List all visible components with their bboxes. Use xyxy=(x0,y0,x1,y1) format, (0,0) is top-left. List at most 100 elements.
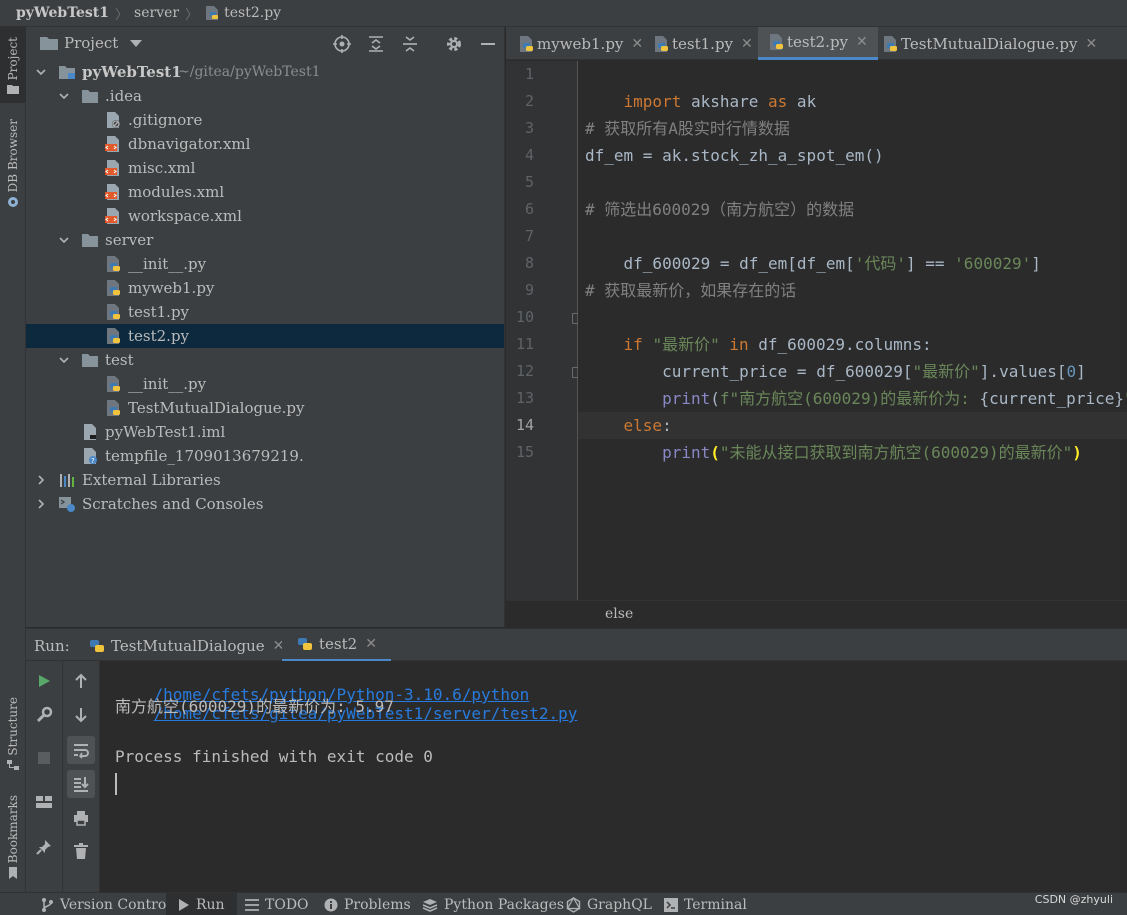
hide-panel-icon[interactable] xyxy=(478,34,498,54)
xml-file-icon xyxy=(105,184,119,200)
close-icon[interactable]: ✕ xyxy=(1085,36,1097,52)
expand-all-icon[interactable] xyxy=(366,34,386,54)
chevron-down-icon[interactable] xyxy=(59,91,69,101)
tree-item-label: server xyxy=(105,231,154,249)
watermark: CSDN @zhyuli xyxy=(1034,893,1113,906)
gear-icon[interactable] xyxy=(444,34,464,54)
stop-button[interactable] xyxy=(30,744,58,772)
tree-item-file[interactable]: __init__.py xyxy=(26,252,504,276)
scroll-up-button[interactable] xyxy=(67,667,95,695)
wrench-icon xyxy=(36,706,53,723)
chevron-right-icon[interactable] xyxy=(36,499,46,509)
scroll-to-end-icon xyxy=(74,777,89,792)
tool-window-todo[interactable]: TODO xyxy=(245,893,309,915)
code-token: f"南方航空(600029)的最新价为: xyxy=(719,389,980,408)
code-line-6: # 筛选出600029（南方航空）的数据 xyxy=(585,200,855,219)
tree-item-file[interactable]: test1.py xyxy=(26,300,504,324)
editor-tab-myweb1[interactable]: myweb1.py ✕ xyxy=(518,27,643,60)
tree-item-test-folder[interactable]: test xyxy=(26,348,504,372)
chevron-down-icon[interactable] xyxy=(59,235,69,245)
python-icon xyxy=(298,638,312,650)
tool-window-label: Terminal xyxy=(684,896,747,913)
python-file-icon xyxy=(655,35,668,52)
chevron-down-icon[interactable] xyxy=(59,355,69,365)
tool-tab-db-browser[interactable]: DB Browser xyxy=(0,119,26,215)
close-icon[interactable]: ✕ xyxy=(856,34,868,50)
restore-layout-button[interactable] xyxy=(30,788,58,816)
tool-tab-bookmarks[interactable]: Bookmarks xyxy=(0,795,26,885)
tool-window-run[interactable]: Run xyxy=(166,893,237,915)
tool-window-python-packages[interactable]: Python Packages xyxy=(422,893,564,915)
tool-window-graphql[interactable]: GraphQL xyxy=(566,893,652,915)
edit-configuration-button[interactable] xyxy=(30,701,58,729)
tool-window-problems[interactable]: Problems xyxy=(324,893,411,915)
tree-item-label: Scratches and Consoles xyxy=(82,495,264,513)
code-line-4: df_em = ak.stock_zh_a_spot_em() xyxy=(585,146,884,165)
editor-gutter: 1 2 3 4 5 6 7 8 9 10 11 12 13 14 15 xyxy=(506,61,582,600)
tree-item-project-root[interactable]: pyWebTest1 ~/gitea/pyWebTest1 xyxy=(26,60,504,84)
locate-file-icon[interactable] xyxy=(332,34,352,54)
tree-item-label: tempfile_1709013679219. xyxy=(105,447,304,465)
tree-item-scratches[interactable]: Scratches and Consoles xyxy=(26,492,504,516)
rerun-button[interactable] xyxy=(30,667,58,695)
bookmark-icon xyxy=(9,867,17,880)
collapse-all-icon[interactable] xyxy=(400,34,420,54)
clear-all-button[interactable] xyxy=(67,837,95,865)
chevron-right-icon[interactable] xyxy=(36,475,46,485)
editor-tab-test2[interactable]: test2.py ✕ xyxy=(758,27,878,60)
breadcrumb-folder[interactable]: server xyxy=(134,5,179,21)
tree-item-external-libraries[interactable]: External Libraries xyxy=(26,468,504,492)
close-icon[interactable]: ✕ xyxy=(631,36,643,52)
editor-tab-test1[interactable]: test1.py ✕ xyxy=(653,27,753,60)
breadcrumb-project[interactable]: pyWebTest1 xyxy=(16,5,109,21)
soft-wrap-toggle[interactable] xyxy=(67,736,95,764)
chevron-down-icon[interactable] xyxy=(36,67,46,77)
scroll-to-end-toggle[interactable] xyxy=(67,770,95,798)
tree-item-file[interactable]: .gitignore xyxy=(26,108,504,132)
editor-context-label[interactable]: else xyxy=(605,606,633,622)
close-icon[interactable]: ✕ xyxy=(741,36,753,52)
tree-item-idea-folder[interactable]: .idea xyxy=(26,84,504,108)
ignore-file-icon xyxy=(107,112,120,128)
tree-item-file[interactable]: pyWebTest1.iml xyxy=(26,420,504,444)
run-tab-test2[interactable]: test2 ✕ xyxy=(282,629,391,662)
run-tab-label: TestMutualDialogue xyxy=(111,636,265,655)
tree-item-file[interactable]: dbnavigator.xml xyxy=(26,132,504,156)
close-icon[interactable]: ✕ xyxy=(365,636,377,652)
tool-window-label: Problems xyxy=(344,896,411,913)
view-dropdown-caret-icon[interactable] xyxy=(130,39,143,47)
tree-item-label: test2.py xyxy=(128,327,190,345)
tree-item-label: pyWebTest1.iml xyxy=(105,423,226,441)
breadcrumb-file[interactable]: test2.py xyxy=(224,5,281,21)
tree-item-file[interactable]: misc.xml xyxy=(26,156,504,180)
tool-window-terminal[interactable]: Terminal xyxy=(664,893,747,915)
editor-breadcrumb-footer: else xyxy=(506,600,1127,628)
tree-item-file[interactable]: workspace.xml xyxy=(26,204,504,228)
python-file-icon xyxy=(884,35,897,52)
line-number: 12 xyxy=(515,362,534,380)
editor-tab-testmutualdialogue[interactable]: TestMutualDialogue.py ✕ xyxy=(882,27,1097,60)
run-console[interactable]: /home/cfets/python/Python-3.10.6/python … xyxy=(101,661,1127,892)
scroll-down-button[interactable] xyxy=(67,701,95,729)
tree-item-file-selected[interactable]: test2.py xyxy=(26,324,504,348)
tree-item-file[interactable]: myweb1.py xyxy=(26,276,504,300)
print-button[interactable] xyxy=(67,804,95,832)
chevron-right-icon: 〉 xyxy=(115,7,129,23)
tool-window-version-control[interactable]: Version Control xyxy=(40,893,171,915)
editor-tab-label: TestMutualDialogue.py xyxy=(901,34,1078,53)
tool-tab-structure[interactable]: Structure xyxy=(0,697,26,773)
code-editor[interactable]: import akshare as ak # 获取所有A股实时行情数据 df_e… xyxy=(578,61,1127,600)
tree-item-file[interactable]: ? tempfile_1709013679219. xyxy=(26,444,504,468)
tool-window-label: Python Packages xyxy=(444,896,565,913)
tool-tab-project[interactable]: Project xyxy=(0,27,26,103)
tree-item-file[interactable]: __init__.py xyxy=(26,372,504,396)
run-tab-testmutualdialogue[interactable]: TestMutualDialogue ✕ xyxy=(88,629,284,662)
tree-item-file[interactable]: modules.xml xyxy=(26,180,504,204)
tool-window-label: Run xyxy=(196,896,225,913)
tree-item-file[interactable]: TestMutualDialogue.py xyxy=(26,396,504,420)
python-file-icon xyxy=(206,6,219,20)
tree-item-server-folder[interactable]: server xyxy=(26,228,504,252)
code-token: ( xyxy=(710,389,720,408)
breadcrumb: pyWebTest1 〉 server 〉 test2.py xyxy=(0,0,1127,27)
pin-tab-button[interactable] xyxy=(30,833,58,861)
